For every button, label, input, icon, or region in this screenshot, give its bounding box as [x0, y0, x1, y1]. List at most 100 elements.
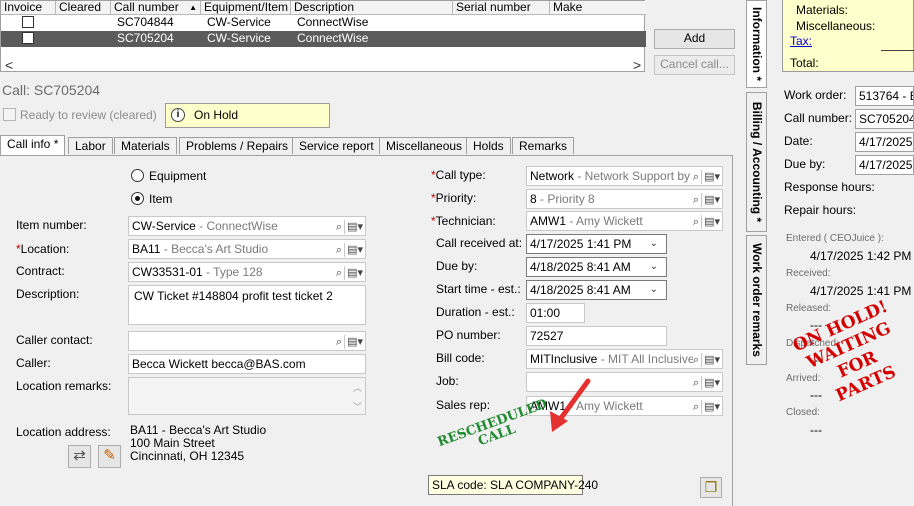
- caller-field[interactable]: Becca Wickett becca@BAS.com: [128, 354, 366, 374]
- call-number-label: Call number:: [784, 111, 853, 125]
- col-make[interactable]: Make: [550, 1, 646, 15]
- location-remarks-field[interactable]: ︿ ﹀: [128, 377, 366, 415]
- side-tab-information[interactable]: Information *: [746, 0, 767, 88]
- call-type-field[interactable]: Network - Network Support by H ⌕ ▤▾: [526, 166, 723, 186]
- copy-button[interactable]: ❐: [700, 477, 722, 498]
- location-address-label: Location address:: [16, 425, 111, 439]
- technician-field[interactable]: AMW1 - Amy Wickett ⌕ ▤▾: [526, 211, 723, 231]
- call-received-picker[interactable]: 4/17/2025 1:41 PM ⌄: [526, 234, 667, 254]
- chevron-down-icon[interactable]: ⌄: [650, 258, 658, 276]
- field-tools: ⌕ ▤▾: [692, 213, 720, 230]
- item-number-label: Item number:: [16, 218, 87, 232]
- right-due-by-field[interactable]: 4/17/2025: [855, 155, 914, 175]
- list-dropdown-icon[interactable]: ▤▾: [704, 171, 720, 183]
- list-dropdown-icon[interactable]: ▤▾: [704, 194, 720, 206]
- address-line: Cincinnati, OH 12345: [130, 449, 245, 463]
- tab-call-info[interactable]: Call info *: [0, 135, 66, 155]
- call-number-field[interactable]: SC705204 - C: [855, 109, 914, 129]
- scroll-right-icon[interactable]: >: [633, 57, 641, 73]
- list-dropdown-icon[interactable]: ▤▾: [347, 267, 363, 279]
- tab-holds[interactable]: Holds: [466, 137, 511, 154]
- list-dropdown-icon[interactable]: ▤▾: [704, 401, 720, 413]
- tab-problems-repairs[interactable]: Problems / Repairs: [179, 137, 296, 154]
- tax-link[interactable]: Tax:: [790, 34, 812, 48]
- lookup-icon[interactable]: ⌕: [693, 194, 699, 206]
- lookup-icon[interactable]: ⌕: [693, 401, 699, 413]
- invoice-checkbox[interactable]: [22, 16, 34, 28]
- list-dropdown-icon[interactable]: ▤▾: [347, 221, 363, 233]
- lookup-icon[interactable]: ⌕: [336, 244, 342, 256]
- invoice-checkbox[interactable]: [22, 32, 34, 44]
- table-row[interactable]: SC704844 CW-Service ConnectWise: [1, 15, 646, 31]
- description-field[interactable]: CW Ticket #148804 profit test ticket 2: [128, 285, 366, 325]
- contact-lookup-icon[interactable]: ⌕: [336, 336, 342, 348]
- start-time-label: Start time - est.:: [436, 282, 521, 296]
- add-button[interactable]: Add: [654, 29, 735, 49]
- chevron-down-icon[interactable]: ⌄: [650, 235, 658, 253]
- field-tools: ⌕ ▤▾: [335, 241, 363, 258]
- list-dropdown-icon[interactable]: ▤▾: [704, 377, 720, 389]
- col-description[interactable]: Description: [291, 1, 453, 15]
- side-tab-billing[interactable]: Billing / Accounting *: [746, 92, 767, 232]
- cancel-call-button[interactable]: Cancel call...: [654, 55, 735, 75]
- item-radio[interactable]: [131, 192, 144, 205]
- location-remarks-label: Location remarks:: [16, 379, 112, 393]
- col-call-number[interactable]: Call number ▲: [111, 1, 201, 15]
- bill-code-label: Bill code:: [436, 351, 485, 365]
- cost-summary: Materials: Miscellaneous: Tax: Total:: [782, 0, 914, 72]
- lookup-icon[interactable]: ⌕: [336, 221, 342, 233]
- po-number-label: PO number:: [436, 328, 501, 342]
- lookup-icon[interactable]: ⌕: [336, 267, 342, 279]
- received-value: 4/17/2025 1:41 PM: [810, 284, 912, 298]
- annotation-arrow: [550, 378, 591, 432]
- location-field[interactable]: BA11 - Becca's Art Studio ⌕ ▤▾: [128, 239, 366, 259]
- col-serial[interactable]: Serial number: [453, 1, 550, 15]
- scroll-up-icon[interactable]: ︿: [353, 379, 362, 397]
- scroll-left-icon[interactable]: <: [5, 57, 13, 73]
- tab-miscellaneous[interactable]: Miscellaneous: [379, 137, 470, 154]
- tab-materials[interactable]: Materials: [114, 137, 177, 154]
- edit-address-button[interactable]: ✎: [98, 445, 121, 468]
- item-number-field[interactable]: CW-Service - ConnectWise ⌕ ▤▾: [128, 216, 366, 236]
- lookup-icon[interactable]: ⌕: [693, 354, 699, 366]
- list-dropdown-icon[interactable]: ▤▾: [704, 216, 720, 228]
- calls-grid[interactable]: Invoice Cleared Call number ▲ Equipment/I…: [0, 0, 646, 73]
- ready-review-checkbox[interactable]: [3, 108, 16, 121]
- row-equipment: CW-Service: [207, 15, 271, 29]
- tab-remarks[interactable]: Remarks: [512, 137, 575, 154]
- lookup-icon[interactable]: ⌕: [693, 171, 699, 183]
- col-equipment[interactable]: Equipment/Item: [201, 1, 291, 15]
- list-dropdown-icon[interactable]: ▤▾: [704, 354, 720, 366]
- call-type-label: *Call type:: [431, 168, 486, 182]
- tab-service-report[interactable]: Service report: [292, 137, 381, 154]
- info-icon: i: [171, 108, 185, 122]
- chevron-down-icon[interactable]: ⌄: [650, 281, 658, 299]
- contract-field[interactable]: CW33531-01 - Type 128 ⌕ ▤▾: [128, 262, 366, 282]
- table-row-selected[interactable]: SC705204 CW-Service ConnectWise: [1, 31, 646, 47]
- horizontal-scrollbar[interactable]: < >: [1, 57, 646, 73]
- field-tools: ⌕ ▤▾: [692, 398, 720, 415]
- work-order-field[interactable]: 513764 - Be: [855, 86, 914, 106]
- priority-field[interactable]: 8 - Priority 8 ⌕ ▤▾: [526, 189, 723, 209]
- caller-contact-label: Caller contact:: [16, 333, 93, 347]
- col-cleared[interactable]: Cleared: [56, 1, 111, 15]
- lookup-icon[interactable]: ⌕: [693, 216, 699, 228]
- scroll-down-icon[interactable]: ﹀: [353, 398, 362, 414]
- po-number-field[interactable]: 72527: [526, 326, 667, 346]
- lookup-icon[interactable]: ⌕: [693, 377, 699, 389]
- date-field[interactable]: 4/17/2025: [855, 132, 914, 152]
- caller-contact-field[interactable]: ⌕ ▤▾: [128, 331, 366, 351]
- entered-label: Entered ( CEOJuice ):: [786, 233, 884, 244]
- side-tab-work-order-remarks[interactable]: Work order remarks: [746, 235, 767, 365]
- list-dropdown-icon[interactable]: ▤▾: [347, 336, 363, 348]
- due-by-picker[interactable]: 4/18/2025 8:41 AM ⌄: [526, 257, 667, 277]
- duration-field[interactable]: 01:00: [526, 303, 585, 323]
- tab-labor[interactable]: Labor: [68, 137, 113, 154]
- bill-code-field[interactable]: MITInclusive - MIT All Inclusive A ⌕ ▤▾: [526, 349, 723, 369]
- row-equipment: CW-Service: [207, 31, 271, 45]
- col-invoice[interactable]: Invoice: [1, 1, 56, 15]
- list-dropdown-icon[interactable]: ▤▾: [347, 244, 363, 256]
- start-time-picker[interactable]: 4/18/2025 8:41 AM ⌄: [526, 280, 667, 300]
- swap-address-button[interactable]: ⇄: [68, 445, 91, 468]
- equipment-radio[interactable]: [131, 169, 144, 182]
